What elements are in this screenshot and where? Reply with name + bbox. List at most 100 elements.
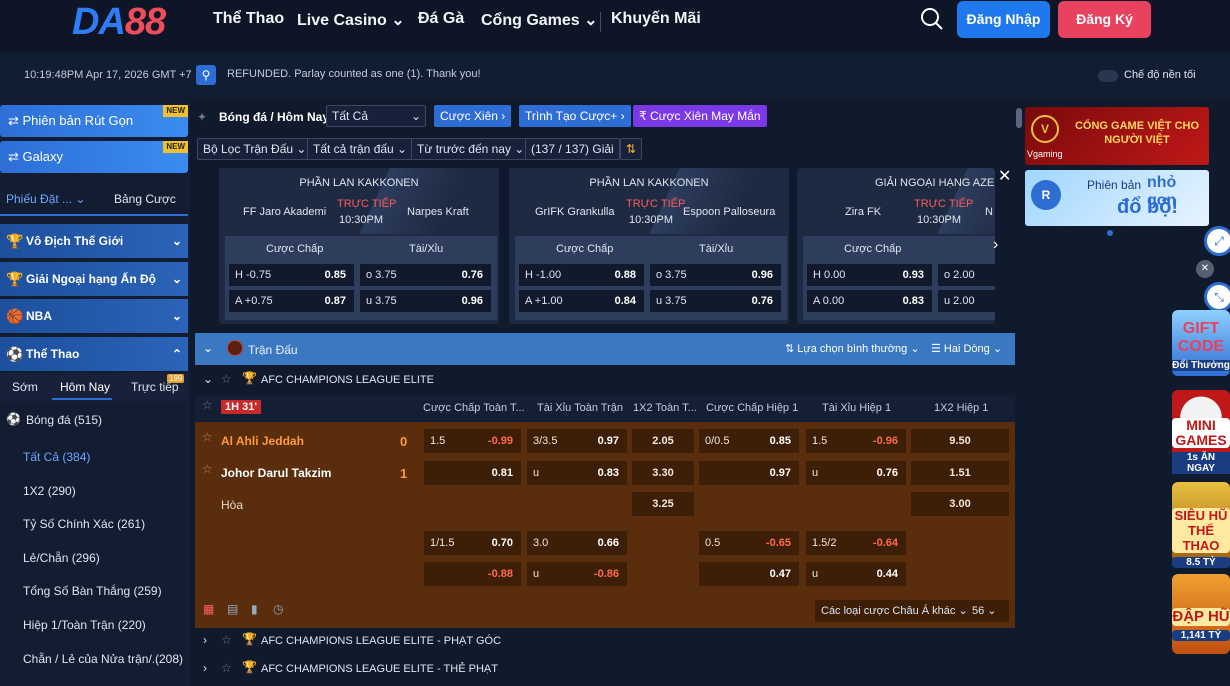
favorite-star-icon[interactable]: ☆	[221, 372, 232, 386]
tab-bet-table[interactable]: Bảng Cược	[114, 192, 176, 206]
chevron-down-icon[interactable]: ⌄	[203, 372, 213, 386]
nav-cockfight[interactable]: Đá Gà	[418, 10, 464, 28]
nav-promotions[interactable]: Khuyến Mãi	[611, 10, 701, 28]
register-button[interactable]: Đăng Ký	[1058, 1, 1151, 38]
mini-version-banner[interactable]: R Phiên bản nhỏ gọn đổ bộ!	[1025, 170, 1209, 226]
market-odd-even[interactable]: Lẻ/Chẵn (296)	[23, 551, 100, 565]
favorite-star-icon[interactable]: ☆	[202, 398, 213, 412]
odd-cell[interactable]: u 0.76	[806, 461, 906, 485]
section-world-cup[interactable]: 🏆 Vô Địch Thế Giới ⌄	[0, 224, 188, 258]
odd-cell[interactable]: 2.05	[632, 429, 694, 453]
odd-cell[interactable]: u 0.83	[527, 461, 627, 485]
favorite-star-icon[interactable]: ☆	[202, 430, 213, 444]
odd-cell[interactable]: 0/0.5 0.85	[699, 429, 799, 453]
league-header[interactable]: ⌄ ☆ 🏆 AFC CHAMPIONS LEAGUE ELITE	[195, 366, 1015, 394]
gift-code-badge[interactable]: GIFT CODE Đổi Thưởng	[1172, 310, 1230, 376]
odd-cell[interactable]: u 3.75 0.76	[650, 290, 781, 312]
market-1x2[interactable]: 1X2 (290)	[23, 484, 76, 498]
collapse-icon[interactable]: ⌄	[203, 341, 213, 355]
odd-cell[interactable]: 9.50	[911, 429, 1009, 453]
selection-mode-select[interactable]: ⇅ Lựa chọn bình thường ⌄	[785, 342, 920, 355]
odd-cell[interactable]: 1.5 -0.99	[424, 429, 521, 453]
tab-today[interactable]: Hôm Nay	[60, 380, 110, 394]
odd-cell[interactable]: 0.5 -0.65	[699, 531, 799, 555]
odd-cell[interactable]: A +1.00 0.84	[519, 290, 644, 312]
market-all[interactable]: Tất Cả (384)	[23, 450, 90, 464]
odd-cell[interactable]: 0.81	[424, 461, 521, 485]
featured-match-card[interactable]: GIẢI NGOẠI HẠNG AZE... Zira FK TRỰC TIẾP…	[797, 168, 995, 324]
chevron-right-icon[interactable]: ›	[203, 661, 207, 675]
carousel-dot[interactable]	[1107, 230, 1113, 236]
vgaming-banner[interactable]: V Vgaming CỔNG GAME VIỆT CHO NGƯỜI VIỆT	[1025, 107, 1209, 165]
odd-cell[interactable]: H 0.00 0.93	[807, 264, 932, 286]
odd-cell[interactable]: 3.00	[911, 492, 1009, 516]
tab-bet-slip[interactable]: Phiếu Đặt ... ⌄	[6, 192, 85, 206]
shrink-icon[interactable]: ⤡	[1204, 282, 1230, 312]
expand-icon[interactable]: ⤢	[1204, 226, 1230, 256]
odd-cell[interactable]: u -0.86	[527, 562, 627, 586]
favorite-star-icon[interactable]: ☆	[221, 633, 232, 647]
mini-games-badge[interactable]: MINI GAMES 1s ĂN NGAY	[1172, 390, 1230, 474]
parlay-button[interactable]: Cược Xiên ›	[434, 105, 512, 127]
odd-cell[interactable]: o 3.75 0.76	[360, 264, 491, 286]
chart-icon[interactable]: ▮	[251, 602, 258, 616]
odd-cell[interactable]: u 2.00	[938, 290, 995, 312]
odd-cell[interactable]: H -0.75 0.85	[229, 264, 354, 286]
login-button[interactable]: Đăng Nhập	[957, 1, 1050, 38]
odd-cell[interactable]: 0.97	[699, 461, 799, 485]
odd-cell[interactable]: 1.51	[911, 461, 1009, 485]
odd-cell[interactable]: 1/1.5 0.70	[424, 531, 521, 555]
league-count-select[interactable]: (137 / 137) Giải	[525, 138, 620, 160]
clock-icon[interactable]: ◷	[273, 602, 283, 616]
site-logo[interactable]: DA88	[72, 2, 166, 42]
odd-cell[interactable]: H -1.00 0.88	[519, 264, 644, 286]
chevron-right-icon[interactable]: ›	[203, 633, 207, 647]
scrollbar[interactable]	[1016, 108, 1022, 128]
nav-sports[interactable]: Thể Thao	[213, 10, 284, 28]
odd-cell[interactable]: 3.25	[632, 492, 694, 516]
market-total-goals[interactable]: Tổng Số Bàn Thắng (259)	[23, 584, 162, 598]
sports-jackpot-badge[interactable]: SIÊU HŨ THỂ THAO 8.5 TỶ	[1172, 482, 1230, 568]
close-icon[interactable]: ✕	[1196, 260, 1214, 278]
section-nba[interactable]: 🏀 NBA ⌄	[0, 299, 188, 333]
league-header[interactable]: › ☆ 🏆 AFC CHAMPIONS LEAGUE ELITE - PHẠT …	[195, 628, 1015, 654]
market-half-odd-even[interactable]: Chẵn / Lẻ của Nửa trận/... (208)	[23, 652, 183, 666]
promo-lite-version[interactable]: ⇄ Phiên bản Rút Gọn NEW	[0, 105, 188, 137]
league-header[interactable]: › ☆ 🏆 AFC CHAMPIONS LEAGUE ELITE - THẺ P…	[195, 656, 1015, 682]
all-matches-select[interactable]: Tất cả trận đấu ⌄	[307, 138, 414, 160]
match-filter-select[interactable]: Bộ Lọc Trận Đấu ⌄	[197, 138, 313, 160]
odd-cell[interactable]: 3.0 0.66	[527, 531, 627, 555]
favorite-star-icon[interactable]: ☆	[221, 661, 232, 675]
stats-icon[interactable]: ▦	[203, 602, 214, 616]
odd-cell[interactable]: -0.88	[424, 562, 521, 586]
odd-cell[interactable]: 3/3.5 0.97	[527, 429, 627, 453]
odd-cell[interactable]: 1.5/2 -0.64	[806, 531, 906, 555]
featured-match-card[interactable]: PHẦN LAN KAKKONEN GrIFK Grankulla TRỰC T…	[509, 168, 789, 324]
odd-cell[interactable]: 1.5 -0.96	[806, 429, 906, 453]
odd-cell[interactable]: A +0.75 0.87	[229, 290, 354, 312]
promo-galaxy[interactable]: ⇄ Galaxy NEW	[0, 141, 188, 173]
odd-cell[interactable]: u 0.44	[806, 562, 906, 586]
star-icon[interactable]: ✦	[197, 110, 207, 124]
jackpot-badge[interactable]: ĐẬP HŨ 1,141 TỶ	[1172, 574, 1230, 654]
chevron-right-icon[interactable]: ›	[993, 236, 998, 254]
odd-cell[interactable]: 3.30	[632, 461, 694, 485]
other-markets-select[interactable]: Các loại cược Châu Á khác ⌄	[815, 600, 974, 622]
section-sports[interactable]: ⚽ Thể Thao ⌃	[0, 337, 188, 371]
message-search-icon[interactable]: ⚲	[196, 65, 216, 85]
scoreboard-icon[interactable]: ▤	[227, 602, 238, 616]
close-icon[interactable]: ✕	[998, 166, 1011, 186]
market-count-select[interactable]: 56 ⌄	[967, 600, 1009, 622]
bet-builder-button[interactable]: Trình Tạo Cược+ ›	[519, 105, 631, 127]
market-correct-score[interactable]: Tỷ Số Chính Xác (261)	[23, 517, 145, 531]
sport-football[interactable]: ⚽ Bóng đá (515)	[0, 406, 188, 434]
odd-cell[interactable]: 0.47	[699, 562, 799, 586]
nav-live-casino[interactable]: Live Casino ⌄	[297, 10, 405, 30]
featured-match-card[interactable]: PHẦN LAN KAKKONEN FF Jaro Akademi TRỰC T…	[219, 168, 499, 324]
lines-mode-select[interactable]: ☰ Hai Dòng ⌄	[931, 342, 1002, 355]
odd-cell[interactable]: u 3.75 0.96	[360, 290, 491, 312]
sort-icon[interactable]: ⇅	[620, 138, 643, 160]
lucky-parlay-button[interactable]: ₹ Cược Xiên May Mắn	[633, 105, 767, 127]
dark-mode-toggle[interactable]	[1098, 70, 1118, 82]
filter-all-select[interactable]: Tất Cả ⌄	[326, 105, 426, 127]
